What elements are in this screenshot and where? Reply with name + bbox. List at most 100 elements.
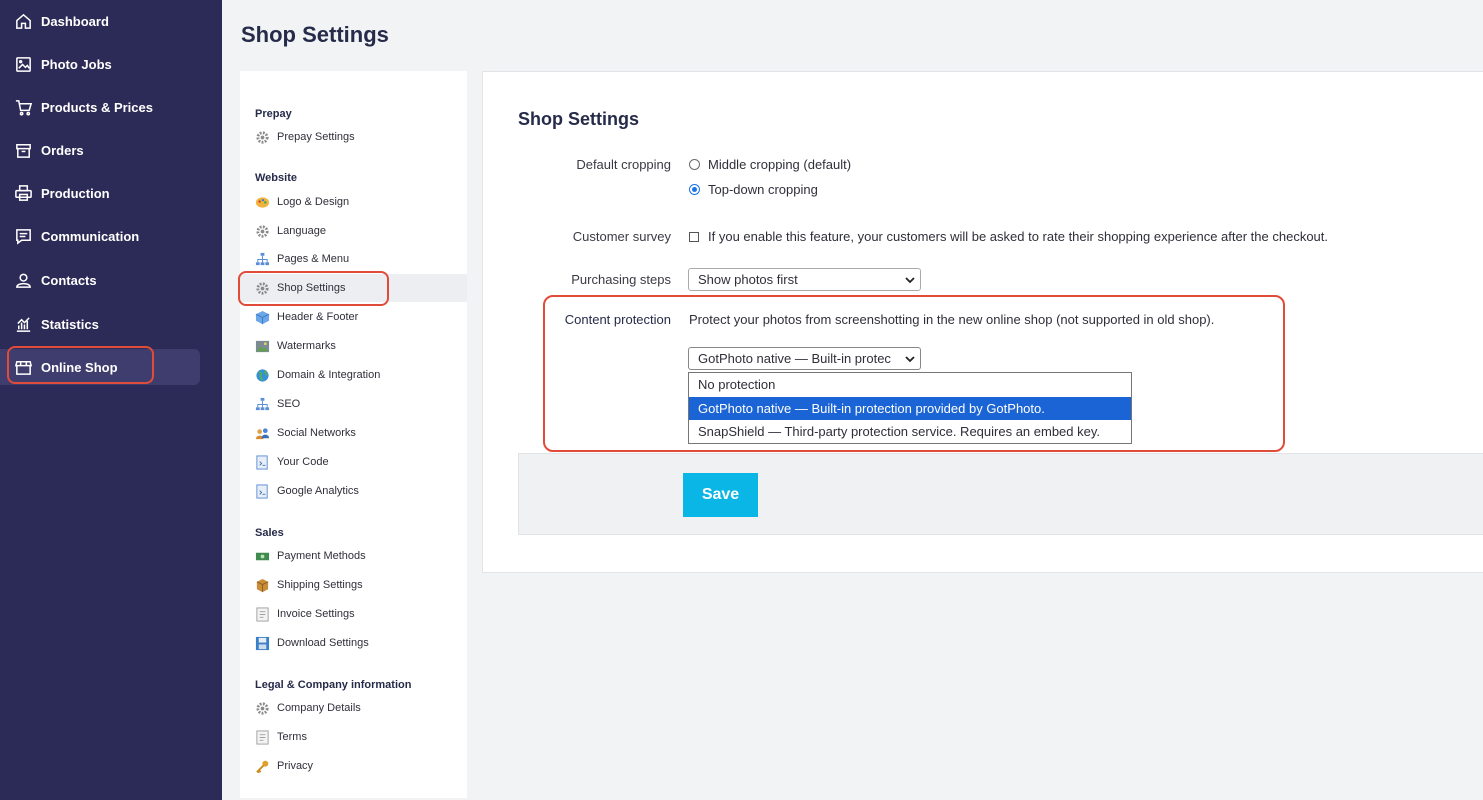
nav-item-production[interactable]: Production (0, 175, 200, 211)
save-bar (518, 453, 1483, 535)
menu-label: Language (277, 225, 326, 237)
nav-label: Communication (41, 228, 140, 244)
chart-icon (14, 315, 33, 334)
gear-icon (254, 700, 270, 716)
menu-label: SEO (277, 398, 301, 410)
survey-checkbox-row[interactable]: If you enable this feature, your custome… (689, 229, 1328, 244)
nav-label: Statistics (41, 316, 99, 332)
globe-icon (254, 367, 270, 383)
nav-label: Orders (41, 142, 84, 158)
menu-label: Company Details (277, 702, 361, 714)
radio-button[interactable] (689, 159, 700, 170)
gear-icon (254, 129, 270, 145)
menu-label: Watermarks (277, 340, 336, 352)
user-icon (14, 271, 33, 290)
highlight-content-protection (543, 295, 1285, 452)
menu-label: Pages & Menu (277, 253, 350, 265)
document-icon (254, 729, 270, 745)
nav-label: Products & Prices (41, 99, 153, 115)
radio-button[interactable] (689, 184, 700, 195)
menu-item-domain-integration[interactable]: Domain & Integration (240, 361, 467, 389)
menu-label: Social Networks (277, 427, 356, 439)
menu-item-invoice-settings[interactable]: Invoice Settings (240, 600, 467, 628)
menu-item-your-code[interactable]: Your Code (240, 448, 467, 476)
highlight-online-shop (7, 346, 154, 384)
printer-icon (14, 184, 33, 203)
survey-label: Customer survey (572, 229, 671, 244)
menu-item-watermarks[interactable]: Watermarks (240, 332, 467, 360)
nav-item-dashboard[interactable]: Dashboard (0, 3, 200, 39)
settings-menu: Prepay Prepay Settings Website Logo & De… (240, 71, 467, 798)
radio-top-down-cropping[interactable]: Top-down cropping (689, 182, 818, 197)
menu-item-language[interactable]: Language (240, 217, 467, 245)
menu-label: Google Analytics (277, 485, 359, 497)
picture-icon (254, 338, 270, 354)
sitemap-icon (254, 396, 270, 412)
radio-label: Top-down cropping (708, 182, 818, 197)
survey-checkbox[interactable] (689, 231, 699, 242)
purchasing-label: Purchasing steps (571, 272, 671, 287)
highlight-shop-settings (238, 271, 389, 306)
cart-icon (14, 98, 33, 117)
menu-item-header-footer[interactable]: Header & Footer (240, 303, 467, 331)
code-file-icon (254, 454, 270, 470)
nav-label: Dashboard (41, 13, 109, 29)
menu-item-company-details[interactable]: Company Details (240, 694, 467, 722)
menu-label: Invoice Settings (277, 608, 355, 620)
menu-item-payment-methods[interactable]: Payment Methods (240, 542, 467, 570)
radio-label: Middle cropping (default) (708, 157, 852, 172)
menu-label: Header & Footer (277, 311, 359, 323)
menu-item-pages-menu[interactable]: Pages & Menu (240, 245, 467, 273)
menu-label: Privacy (277, 760, 314, 772)
panel-title: Shop Settings (518, 109, 639, 129)
box-icon (14, 141, 33, 160)
nav-item-products-prices[interactable]: Products & Prices (0, 89, 200, 125)
menu-item-privacy[interactable]: Privacy (240, 752, 467, 780)
chevron-down-icon (905, 277, 915, 284)
image-icon (14, 55, 33, 74)
menu-label: Terms (277, 731, 307, 743)
code-file-icon (254, 483, 270, 499)
menu-item-seo[interactable]: SEO (240, 390, 467, 418)
survey-text: If you enable this feature, your custome… (708, 229, 1329, 244)
cube-icon (254, 309, 270, 325)
menu-group-website: Website (255, 172, 297, 184)
menu-item-social-networks[interactable]: Social Networks (240, 419, 467, 447)
key-icon (254, 758, 270, 774)
menu-item-shipping-settings[interactable]: Shipping Settings (240, 571, 467, 599)
nav-item-communication[interactable]: Communication (0, 218, 200, 254)
menu-item-google-analytics[interactable]: Google Analytics (240, 477, 467, 505)
page-title: Shop Settings (241, 22, 389, 47)
main-nav: Dashboard Photo Jobs Products & Prices O… (0, 0, 222, 800)
palette-icon (254, 194, 270, 210)
menu-item-prepay-settings[interactable]: Prepay Settings (240, 123, 467, 151)
nav-item-orders[interactable]: Orders (0, 132, 200, 168)
nav-item-statistics[interactable]: Statistics (0, 306, 200, 342)
menu-label: Shipping Settings (277, 579, 363, 591)
floppy-icon (254, 635, 270, 651)
home-icon (14, 12, 33, 31)
radio-middle-cropping[interactable]: Middle cropping (default) (689, 157, 851, 172)
menu-item-download-settings[interactable]: Download Settings (240, 629, 467, 657)
nav-label: Photo Jobs (41, 56, 112, 72)
purchasing-steps-select[interactable]: Show photos first (688, 268, 921, 291)
money-icon (254, 548, 270, 564)
menu-item-logo-design[interactable]: Logo & Design (240, 188, 467, 216)
save-button[interactable]: Save (683, 473, 758, 517)
nav-item-contacts[interactable]: Contacts (0, 262, 200, 298)
menu-group-sales: Sales (255, 527, 284, 539)
nav-label: Contacts (41, 272, 97, 288)
package-icon (254, 577, 270, 593)
menu-label: Payment Methods (277, 550, 366, 562)
nav-item-photo-jobs[interactable]: Photo Jobs (0, 46, 200, 82)
menu-item-terms[interactable]: Terms (240, 723, 467, 751)
menu-label: Prepay Settings (277, 131, 355, 143)
users-icon (254, 425, 270, 441)
menu-label: Download Settings (277, 637, 369, 649)
nav-label: Production (41, 185, 110, 201)
menu-label: Logo & Design (277, 196, 350, 208)
gear-icon (254, 223, 270, 239)
menu-label: Your Code (277, 456, 329, 468)
menu-label: Domain & Integration (277, 369, 381, 381)
sitemap-icon (254, 251, 270, 267)
